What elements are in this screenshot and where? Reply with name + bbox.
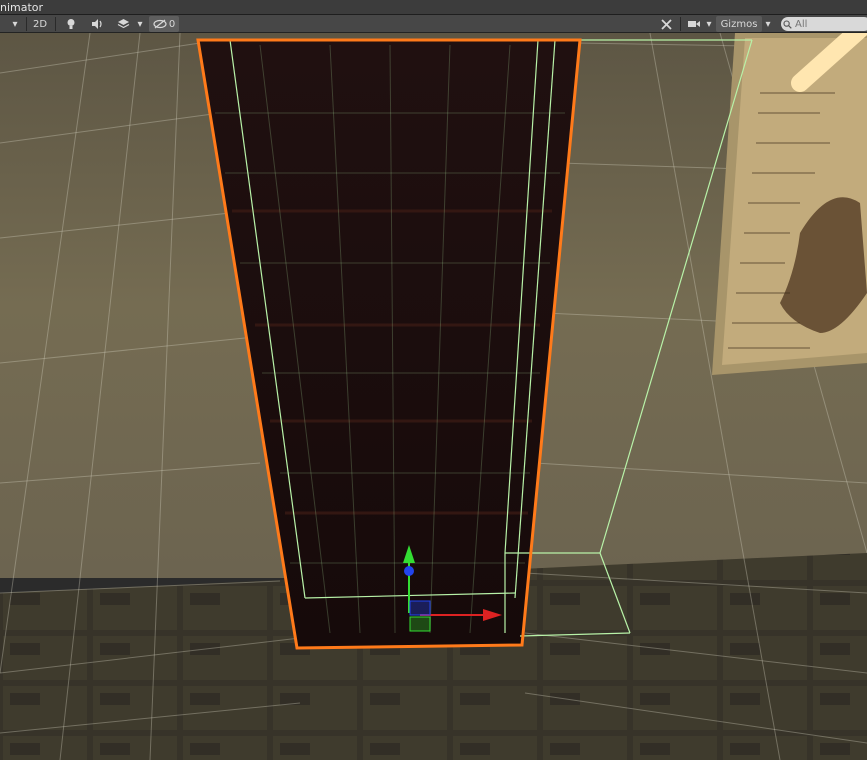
camera-icon [688, 21, 700, 27]
search-icon [781, 18, 793, 30]
gizmo-xy-plane[interactable] [409, 616, 431, 632]
eye-slash-icon [153, 19, 167, 29]
lightbulb-icon [67, 19, 75, 29]
toolbar-divider [680, 17, 681, 31]
scene-window-titlebar: nimator [0, 0, 867, 15]
gizmos-dropdown[interactable]: ▾ [763, 16, 773, 32]
camera-button[interactable] [685, 16, 703, 32]
anatomy-poster [712, 33, 867, 375]
tools-icon [660, 18, 672, 30]
scene-toolbar: ▾ 2D ▾ 0 ▾ Gizmos ▾ All [0, 15, 867, 33]
window-tab-label[interactable]: nimator [0, 1, 43, 14]
effects-dropdown[interactable]: ▾ [135, 16, 145, 32]
lighting-toggle[interactable] [62, 16, 80, 32]
effects-toggle[interactable] [114, 16, 132, 32]
shading-mode-dropdown[interactable]: ▾ [8, 16, 22, 32]
layers-icon [117, 19, 129, 29]
mode-2d-toggle[interactable]: 2D [29, 16, 51, 32]
scene-render [0, 33, 867, 760]
gizmo-xz-plane[interactable] [409, 600, 431, 616]
gizmo-z-handle[interactable] [404, 566, 414, 576]
hidden-objects-count: 0 [168, 18, 176, 30]
toolbar-divider [26, 17, 27, 31]
tools-button[interactable] [656, 16, 676, 32]
scene-viewport[interactable] [0, 33, 867, 760]
hierarchy-search-box[interactable] [781, 17, 867, 31]
search-input[interactable] [793, 18, 863, 30]
hidden-objects-toggle[interactable]: 0 [149, 16, 179, 32]
camera-dropdown[interactable]: ▾ [704, 16, 714, 32]
speaker-icon [91, 19, 102, 29]
toolbar-divider [55, 17, 56, 31]
gizmos-button[interactable]: Gizmos [716, 16, 762, 32]
audio-toggle[interactable] [88, 16, 106, 32]
